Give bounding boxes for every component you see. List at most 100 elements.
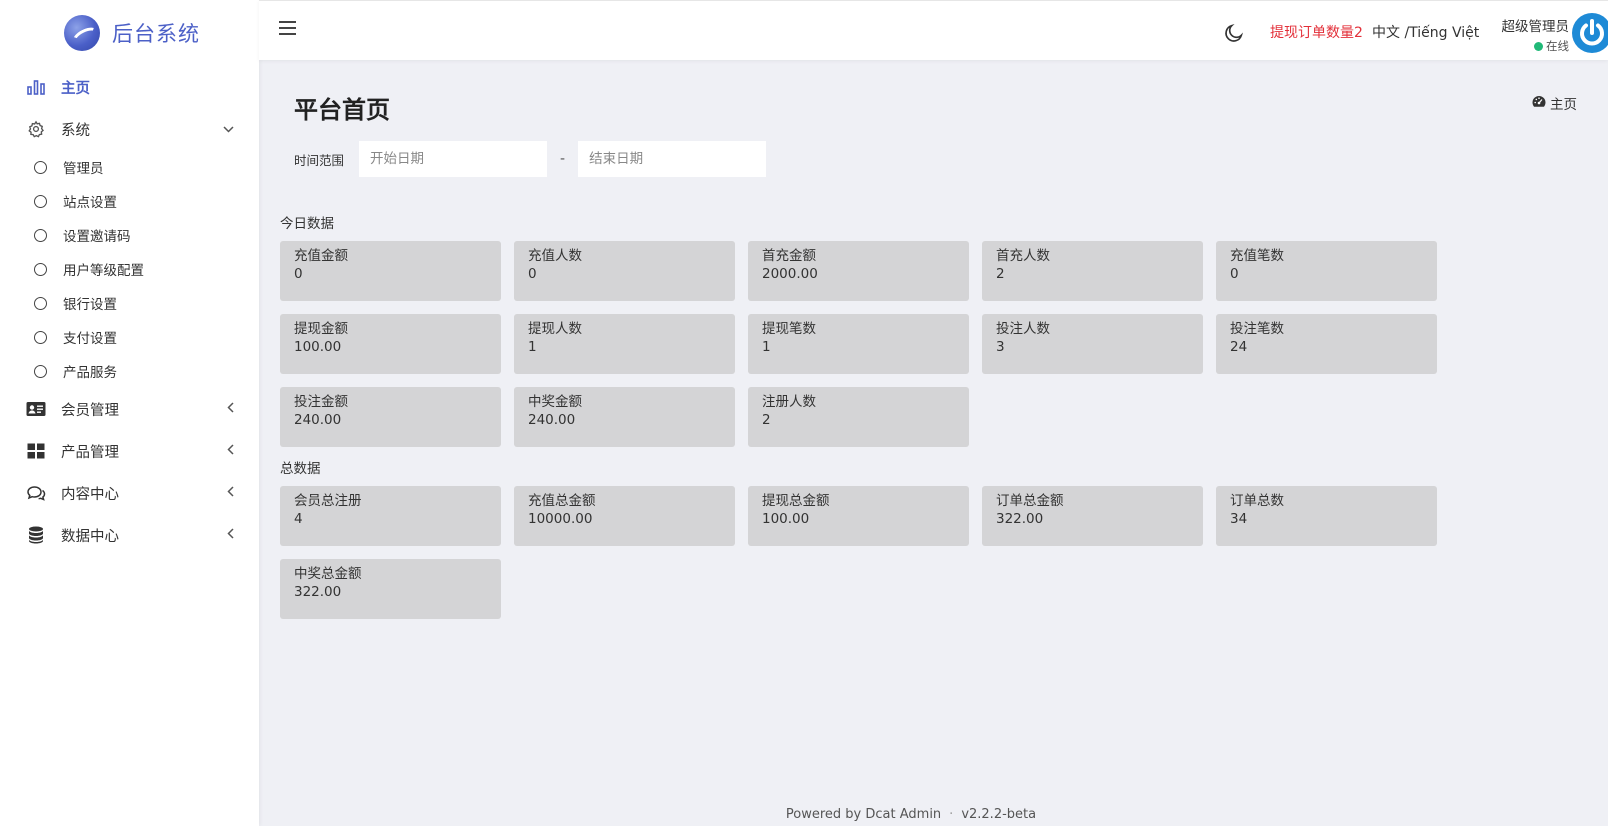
stat-card: 提现金额 100.00: [280, 314, 501, 374]
chevron-left-icon: [227, 486, 234, 500]
stat-card: 充值笔数 0: [1216, 241, 1437, 301]
stat-card: 注册人数 2: [748, 387, 969, 447]
end-date-input[interactable]: [578, 141, 767, 177]
start-date-input[interactable]: [359, 141, 548, 177]
sidebar-item-payment-settings[interactable]: 支付设置: [0, 320, 259, 354]
date-range-filter: 时间范围 -: [294, 141, 767, 177]
chevron-left-icon: [227, 528, 234, 542]
dashboard-icon: [1532, 95, 1546, 112]
power-icon: [1580, 19, 1604, 46]
brand-title: 后台系统: [112, 22, 200, 46]
stat-value: 10000.00: [528, 511, 593, 527]
sidebar-item-system[interactable]: 系统: [0, 108, 259, 150]
chevron-left-icon: [227, 444, 234, 458]
withdraw-order-count-link[interactable]: 提现订单数量2: [1270, 22, 1363, 42]
sidebar-item-label: 银行设置: [63, 297, 117, 313]
stat-title: 首充金额: [762, 248, 816, 264]
sidebar-item-site-settings[interactable]: 站点设置: [0, 184, 259, 218]
sidebar-item-label: 内容中心: [61, 486, 119, 503]
sidebar-item-content[interactable]: 内容中心: [0, 472, 259, 514]
sidebar-item-label: 设置邀请码: [63, 229, 131, 245]
stat-title: 中奖总金额: [294, 566, 362, 582]
user-status-label: 在线: [1546, 39, 1569, 53]
stat-card: 订单总金额 322.00: [982, 486, 1203, 546]
sidebar-item-label: 会员管理: [61, 402, 119, 419]
stat-value: 100.00: [762, 511, 810, 527]
comments-icon: [26, 483, 46, 503]
stat-value: 1: [762, 339, 771, 355]
stat-title: 投注金额: [294, 394, 348, 410]
stat-value: 240.00: [294, 412, 342, 428]
stat-card: 投注金额 240.00: [280, 387, 501, 447]
sidebar-item-label: 支付设置: [63, 331, 117, 347]
stat-title: 充值总金额: [528, 493, 596, 509]
circle-icon: [34, 296, 47, 310]
breadcrumb[interactable]: 主页: [1532, 93, 1577, 113]
brand[interactable]: 后台系统: [0, 0, 259, 66]
stat-card: 充值金额 0: [280, 241, 501, 301]
page-title: 平台首页: [294, 96, 390, 124]
circle-icon: [34, 262, 47, 276]
version-label: v2.2.2-beta: [961, 807, 1037, 822]
language-switch[interactable]: 中文 /Tiếng Việt: [1372, 22, 1479, 42]
user-name: 超级管理员: [1501, 19, 1570, 35]
online-dot-icon: [1534, 41, 1543, 51]
stat-value: 322.00: [996, 511, 1044, 527]
sidebar-item-invite-code[interactable]: 设置邀请码: [0, 218, 259, 252]
stat-title: 首充人数: [996, 248, 1050, 264]
menu-toggle-icon[interactable]: [279, 21, 296, 35]
stat-title: 注册人数: [762, 394, 816, 410]
stat-card: 首充人数 2: [982, 241, 1203, 301]
sidebar-item-label: 产品服务: [63, 365, 117, 381]
sidebar-item-product-service[interactable]: 产品服务: [0, 354, 259, 388]
stat-card: 投注笔数 24: [1216, 314, 1437, 374]
sidebar-item-admin[interactable]: 管理员: [0, 150, 259, 184]
user-menu[interactable]: 超级管理员 在线: [1489, 15, 1570, 55]
stat-card: 中奖总金额 322.00: [280, 559, 501, 619]
grid-icon: [26, 441, 46, 461]
total-section-title: 总数据: [280, 461, 321, 477]
circle-icon: [34, 160, 47, 174]
stat-value: 0: [1230, 266, 1239, 282]
stat-value: 0: [294, 266, 303, 282]
stat-title: 提现总金额: [762, 493, 830, 509]
stat-card: 订单总数 34: [1216, 486, 1437, 546]
stat-value: 0: [528, 266, 537, 282]
stat-value: 4: [294, 511, 303, 527]
stat-value: 322.00: [294, 584, 342, 600]
id-card-icon: [26, 399, 46, 419]
main-content: 平台首页 主页 时间范围 - 今日数据 充值金额 0 充值人数 0 首充金额 2000…: [259, 60, 1608, 826]
sidebar-item-label: 数据中心: [61, 528, 119, 545]
sidebar-nav: 主页 系统 管理员 站点设置 设置邀请码 用户等级配置 银行设置 支付设置 产品…: [0, 66, 259, 556]
stat-title: 充值金额: [294, 248, 348, 264]
sidebar-item-products[interactable]: 产品管理: [0, 430, 259, 472]
sidebar-item-user-level[interactable]: 用户等级配置: [0, 252, 259, 286]
avatar[interactable]: [1572, 13, 1608, 53]
total-stats-grid: 会员总注册 4 充值总金额 10000.00 提现总金额 100.00 订单总金额 32…: [280, 486, 1437, 619]
sidebar-item-label: 用户等级配置: [63, 263, 144, 279]
sidebar: 后台系统 主页 系统 管理员 站点设置 设置邀请码 用户等级配置 银行设置 支付…: [0, 0, 259, 826]
date-range-separator: -: [560, 151, 566, 167]
sidebar-item-data[interactable]: 数据中心: [0, 514, 259, 556]
dark-mode-toggle-icon[interactable]: [1223, 22, 1245, 44]
stat-card: 提现总金额 100.00: [748, 486, 969, 546]
sidebar-item-bank-settings[interactable]: 银行设置: [0, 286, 259, 320]
stat-title: 中奖金额: [528, 394, 582, 410]
stat-value: 3: [996, 339, 1005, 355]
stat-value: 34: [1230, 511, 1248, 527]
stat-title: 提现人数: [528, 321, 582, 337]
stat-card: 提现笔数 1: [748, 314, 969, 374]
database-icon: [26, 525, 46, 545]
gear-icon: [26, 119, 46, 139]
sidebar-item-home[interactable]: 主页: [0, 66, 259, 108]
footer-separator: ·: [949, 807, 954, 822]
powered-by-link[interactable]: Powered by Dcat Admin: [786, 807, 941, 822]
sidebar-item-members[interactable]: 会员管理: [0, 388, 259, 430]
circle-icon: [34, 364, 47, 378]
breadcrumb-home: 主页: [1550, 97, 1577, 113]
stat-value: 100.00: [294, 339, 342, 355]
stat-title: 会员总注册: [294, 493, 362, 509]
stat-card: 中奖金额 240.00: [514, 387, 735, 447]
stat-value: 240.00: [528, 412, 576, 428]
stat-title: 充值人数: [528, 248, 582, 264]
